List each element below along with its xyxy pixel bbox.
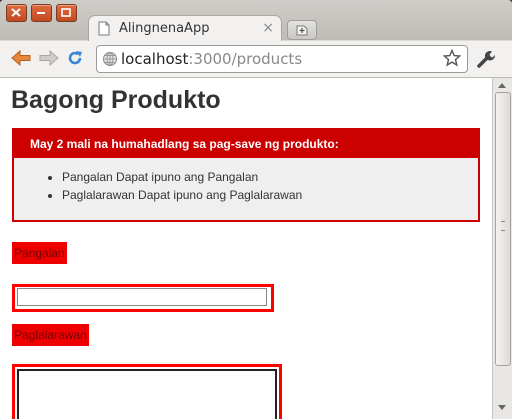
title-bar: AlingnenaApp ×	[0, 0, 512, 43]
minimize-icon	[37, 12, 45, 14]
page-icon	[98, 21, 110, 36]
description-textarea[interactable]	[17, 369, 277, 419]
vertical-scrollbar[interactable]	[492, 78, 512, 419]
new-tab-button[interactable]	[287, 20, 317, 40]
new-tab-icon	[296, 25, 308, 36]
url-host: localhost	[121, 50, 189, 68]
forward-arrow-icon[interactable]	[38, 49, 60, 67]
tab-title: AlingnenaApp	[119, 21, 210, 36]
wrench-icon[interactable]	[476, 49, 496, 69]
description-field-wrapper	[12, 364, 282, 419]
maximize-window-button[interactable]	[56, 4, 77, 22]
url-path: :3000/products	[188, 50, 303, 68]
error-item: Pangalan Dapat ipuno ang Pangalan	[62, 170, 478, 184]
reload-icon[interactable]	[66, 49, 84, 67]
error-list: Pangalan Dapat ipuno ang Pangalan Paglal…	[14, 170, 478, 202]
back-arrow-icon[interactable]	[10, 49, 32, 67]
address-bar[interactable]: localhost:3000/products	[96, 45, 468, 73]
scrollbar-thumb[interactable]	[495, 92, 511, 366]
url-text: localhost:3000/products	[121, 50, 302, 68]
tab-alingnenaapp[interactable]: AlingnenaApp ×	[88, 15, 282, 43]
tab-close-icon[interactable]: ×	[262, 20, 274, 36]
error-heading: May 2 mali na humahadlang sa pag-save ng…	[14, 130, 478, 158]
name-label: Pangalan	[12, 242, 67, 264]
description-label: Paglalarawan	[12, 324, 89, 346]
globe-icon	[103, 52, 117, 66]
error-explanation: May 2 mali na humahadlang sa pag-save ng…	[12, 128, 480, 222]
bookmark-star-icon[interactable]	[443, 49, 461, 67]
scroll-up-arrow-icon[interactable]	[497, 81, 507, 89]
close-window-button[interactable]	[6, 4, 27, 22]
minimize-window-button[interactable]	[31, 4, 52, 22]
error-item: Paglalarawan Dapat ipuno ang Paglalarawa…	[62, 188, 478, 202]
page-viewport: Bagong Produkto May 2 mali na humahadlan…	[0, 78, 492, 419]
close-icon	[11, 8, 21, 17]
page-title: Bagong Produkto	[11, 86, 221, 114]
scrollbar-grip-icon	[501, 221, 505, 231]
name-input[interactable]	[17, 288, 267, 306]
scroll-down-arrow-icon[interactable]	[497, 404, 507, 412]
name-field-wrapper	[12, 284, 274, 312]
browser-toolbar: localhost:3000/products	[0, 41, 512, 78]
maximize-icon	[61, 8, 71, 17]
browser-window: AlingnenaApp × localhost:3000/products B…	[0, 0, 512, 419]
